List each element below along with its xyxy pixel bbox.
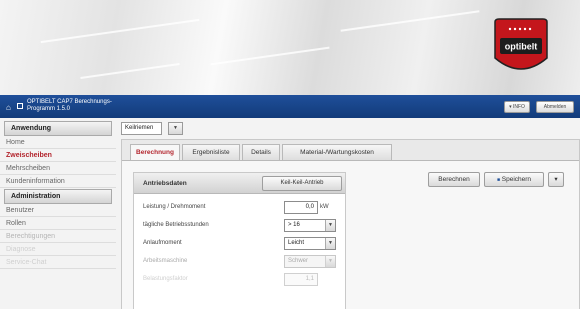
- main-content: Berechnung Ergebnisliste Details Materia…: [121, 139, 580, 309]
- starting-torque-value: Leicht: [288, 240, 305, 246]
- panel-title: Antriebsdaten: [143, 180, 187, 187]
- app-topbar: ⌂ OPTIBELT CAP7 Berechnungs- Programm 1.…: [0, 95, 580, 118]
- app-title-line1: OPTIBELT CAP7 Berechnungs-: [27, 99, 112, 105]
- power-label: Leistung / Drehmoment: [143, 204, 206, 210]
- window-icon: [17, 103, 23, 109]
- home-icon[interactable]: ⌂: [6, 103, 11, 112]
- chevron-down-icon: ▼: [325, 256, 335, 267]
- tab-details[interactable]: Details: [242, 144, 280, 160]
- calculate-button[interactable]: Berechnen: [428, 172, 480, 187]
- sidebar-section-anwendung: Anwendung: [4, 121, 112, 136]
- driven-machine-value: Schwer: [288, 258, 309, 264]
- logo-text: optibelt: [505, 42, 538, 52]
- save-label: Speichern: [501, 176, 532, 183]
- sidebar: Anwendung Home Zweischeiben Mehrscheiben…: [0, 121, 116, 309]
- driven-machine-label: Arbeitsmaschine: [143, 258, 188, 264]
- operating-hours-value: > 16: [288, 222, 300, 228]
- driven-machine-select[interactable]: Schwer ▼: [284, 255, 336, 268]
- starting-torque-label: Anlaufmoment: [143, 240, 182, 246]
- sidebar-item-zweischeiben[interactable]: Zweischeiben: [0, 149, 116, 162]
- tab-ergebnisliste[interactable]: Ergebnisliste: [182, 144, 240, 160]
- header-banner: optibelt: [0, 0, 580, 95]
- info-button[interactable]: ▾ INFO: [504, 101, 530, 113]
- sidebar-section-administration: Administration: [4, 189, 112, 204]
- chevron-down-icon: ▼: [325, 220, 335, 231]
- chevron-down-icon: ▼: [325, 238, 335, 249]
- sidebar-item-mehrscheiben[interactable]: Mehrscheiben: [0, 162, 116, 175]
- sidebar-item-kundeninformation[interactable]: Kundeninformation: [0, 175, 116, 188]
- power-unit: kW: [320, 204, 329, 210]
- tab-panel: Antriebsdaten Keil-Keil-Antrieb Leistung…: [122, 160, 579, 309]
- belt-type-select[interactable]: Keilriemen: [121, 122, 162, 135]
- drive-type-button[interactable]: Keil-Keil-Antrieb: [262, 176, 342, 191]
- power-input[interactable]: 0,0: [284, 201, 318, 214]
- app-title-line2: Programm 1.5.0: [27, 106, 71, 112]
- app-title: OPTIBELT CAP7 Berechnungs- Programm 1.5.…: [27, 99, 147, 113]
- starting-torque-select[interactable]: Leicht ▼: [284, 237, 336, 250]
- belt-type-value: Keilriemen: [125, 125, 154, 131]
- sidebar-item-diagnose[interactable]: Diagnose: [0, 243, 116, 256]
- tab-material-wartungskosten[interactable]: Material-/Wartungskosten: [282, 144, 392, 160]
- sidebar-item-berechtigungen[interactable]: Berechtigungen: [0, 230, 116, 243]
- load-factor-label: Belastungsfaktor: [143, 276, 188, 282]
- chevron-down-icon[interactable]: ▼: [168, 122, 183, 135]
- logout-button[interactable]: Abmelden: [536, 101, 574, 113]
- more-options-button[interactable]: ▾: [548, 172, 564, 187]
- operating-hours-label: tägliche Betriebsstunden: [143, 222, 209, 228]
- panel-header: Antriebsdaten Keil-Keil-Antrieb: [134, 173, 345, 194]
- sidebar-item-rollen[interactable]: Rollen: [0, 217, 116, 230]
- optibelt-logo: optibelt: [494, 18, 548, 70]
- load-factor-input[interactable]: 1,1: [284, 273, 318, 286]
- save-icon: ■: [496, 177, 500, 183]
- sidebar-item-benutzer[interactable]: Benutzer: [0, 204, 116, 217]
- sidebar-item-service-chat[interactable]: Service-Chat: [0, 256, 116, 269]
- drive-data-panel: Antriebsdaten Keil-Keil-Antrieb Leistung…: [133, 172, 346, 309]
- sidebar-item-home[interactable]: Home: [0, 136, 116, 149]
- save-button[interactable]: ■ Speichern: [484, 172, 544, 187]
- operating-hours-select[interactable]: > 16 ▼: [284, 219, 336, 232]
- tab-berechnung[interactable]: Berechnung: [130, 144, 180, 160]
